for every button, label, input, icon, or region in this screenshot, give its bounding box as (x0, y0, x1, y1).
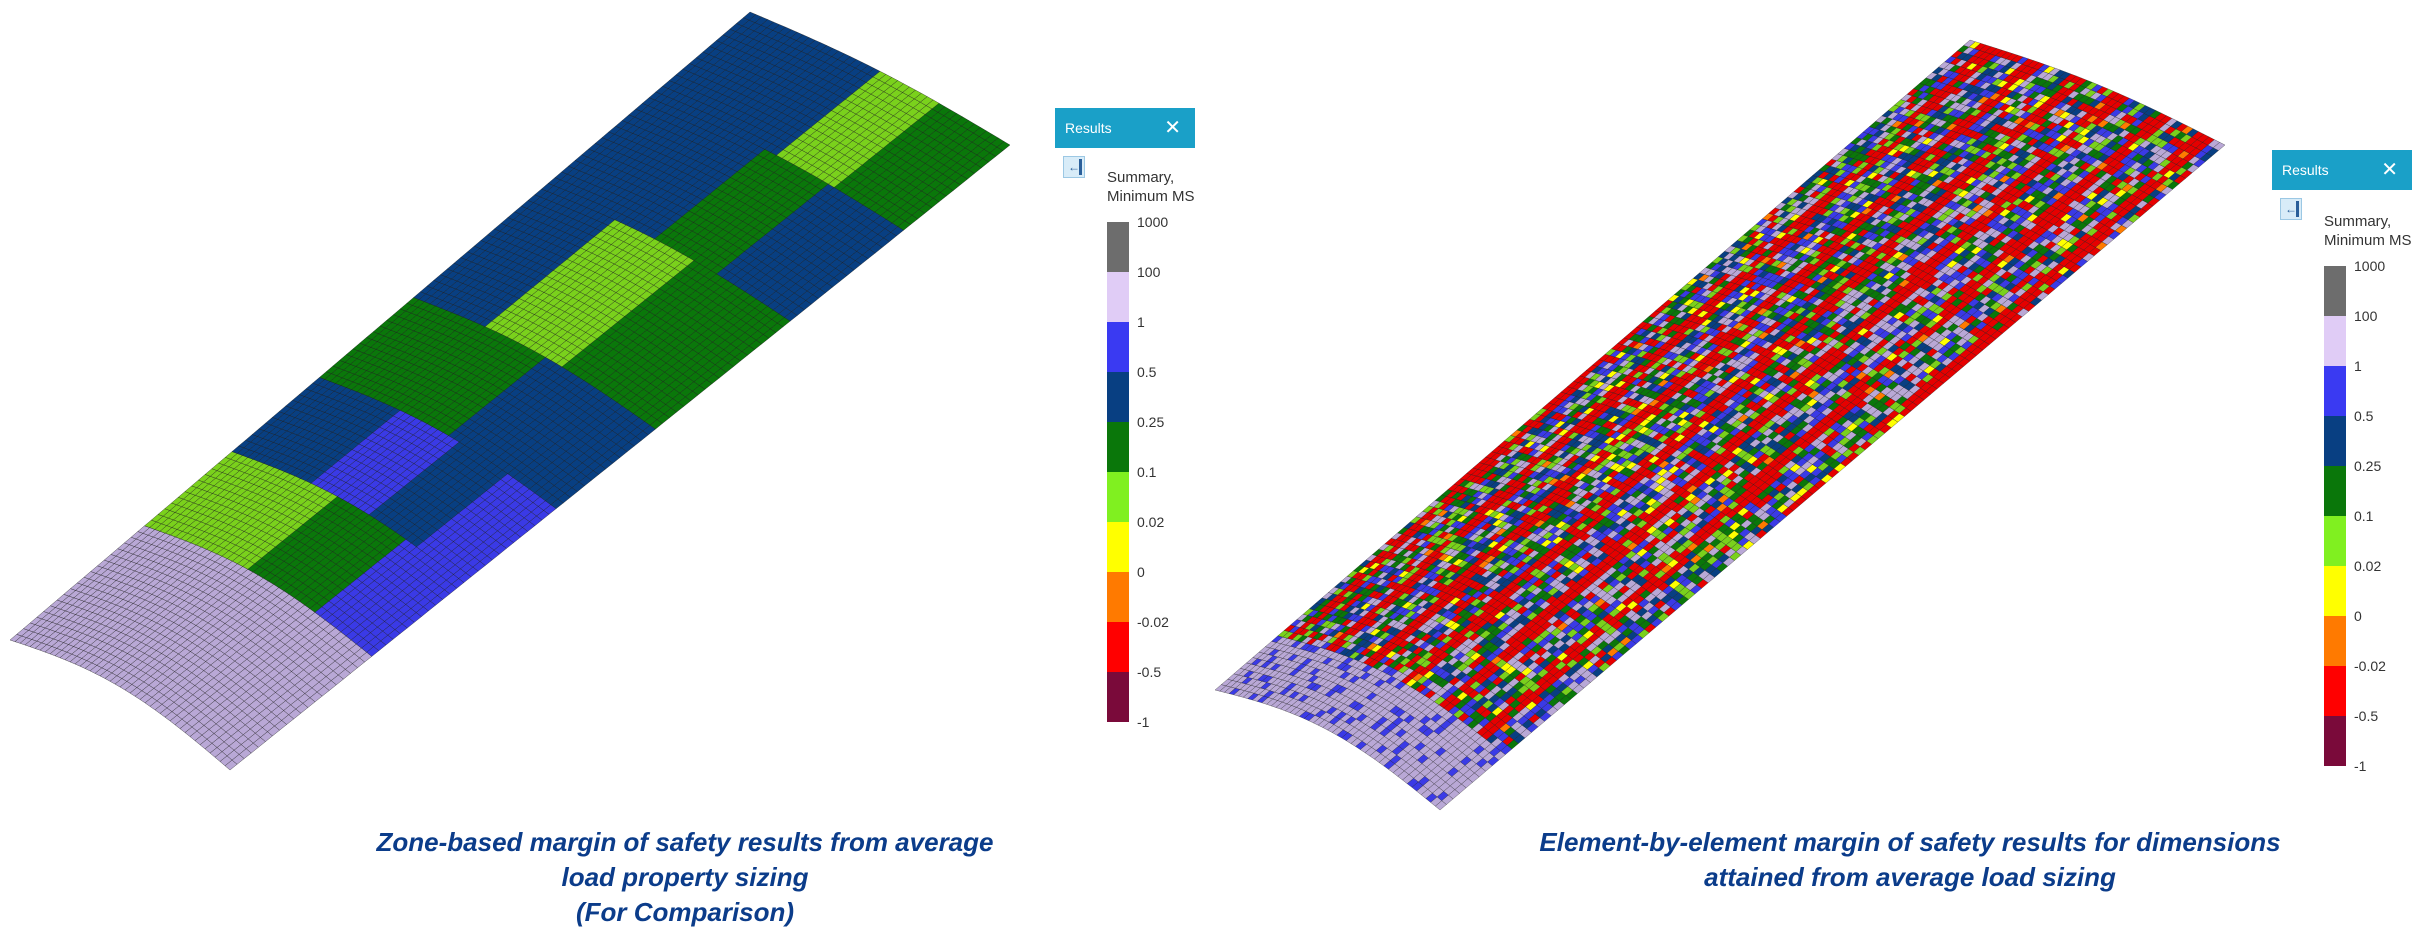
legend-swatch (1107, 572, 1129, 622)
legend-title: Summary, Minimum MS (1107, 168, 1195, 206)
legend-swatch (1107, 322, 1129, 372)
caption-zone-based: Zone-based margin of safety results from… (180, 825, 1190, 930)
legend-swatch (1107, 222, 1129, 272)
legend-label: 100 (1137, 264, 1160, 280)
results-title: Results (1065, 120, 1112, 136)
legend-swatch (1107, 622, 1129, 672)
legend-swatch (1107, 372, 1129, 422)
legend-label: 0.5 (1137, 364, 1156, 380)
legend-swatch (1107, 522, 1129, 572)
right-panel: Results ✕ ← Summary, Minimum MS 10001001… (1210, 0, 2419, 926)
legend-color-bar (1107, 222, 1129, 722)
left-panel: Results ✕ ← Summary, Minimum MS 1000 100 1… (0, 0, 1210, 926)
wing-zone-mesh-view[interactable] (0, 0, 1060, 800)
legend-label: 1000 (1137, 214, 1168, 230)
legend-label: -0.5 (1137, 664, 1161, 680)
legend-label: 0.02 (1137, 514, 1164, 530)
legend-label: 0.1 (1137, 464, 1156, 480)
legend-swatch (1107, 272, 1129, 322)
wing-element-mesh-view[interactable] (1210, 0, 2270, 830)
results-header[interactable]: Results ✕ (1055, 108, 1195, 148)
legend-swatch (1107, 422, 1129, 472)
pin-panel-icon[interactable]: ← (1063, 156, 1085, 178)
legend-swatch (1107, 672, 1129, 722)
results-widget: Results ✕ ← Summary, Minimum MS 1000 100 1… (1055, 108, 1195, 748)
legend-label: -0.02 (1137, 614, 1169, 630)
legend-swatch (1107, 472, 1129, 522)
legend-label: 1 (1137, 314, 1145, 330)
close-icon[interactable]: ✕ (1164, 118, 1181, 138)
legend-label: 0.25 (1137, 414, 1164, 430)
legend-label: -1 (1137, 714, 1149, 730)
legend-label: 0 (1137, 564, 1145, 580)
